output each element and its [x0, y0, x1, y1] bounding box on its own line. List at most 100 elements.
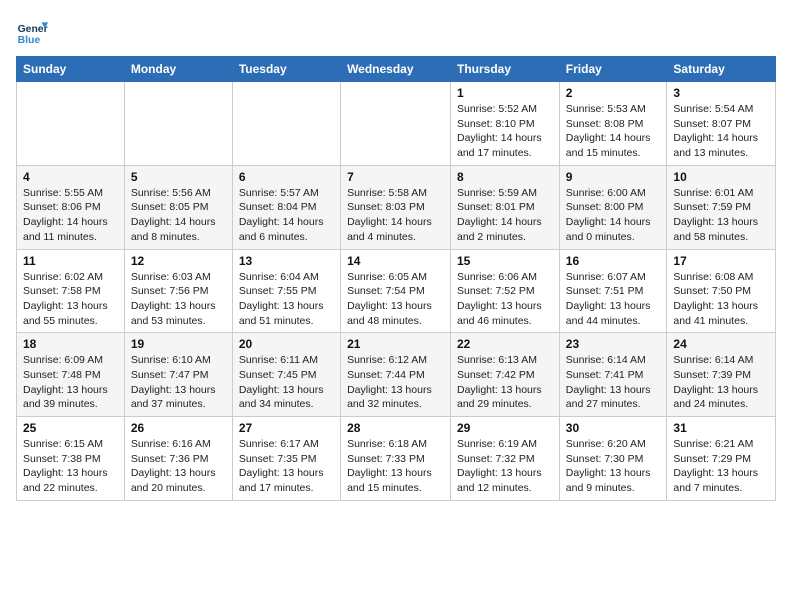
- day-number: 16: [566, 254, 661, 268]
- calendar-cell: 11 Sunrise: 6:02 AM Sunset: 7:58 PM Dayli…: [17, 249, 125, 333]
- day-info: Sunrise: 5:54 AM Sunset: 8:07 PM Dayligh…: [673, 102, 769, 161]
- day-info: Sunrise: 6:13 AM Sunset: 7:42 PM Dayligh…: [457, 353, 553, 412]
- day-number: 26: [131, 421, 226, 435]
- logo: General Blue: [16, 16, 48, 48]
- day-info: Sunrise: 5:55 AM Sunset: 8:06 PM Dayligh…: [23, 186, 118, 245]
- calendar-cell: 13 Sunrise: 6:04 AM Sunset: 7:55 PM Dayli…: [232, 249, 340, 333]
- weekday-header-sunday: Sunday: [17, 57, 125, 82]
- day-info: Sunrise: 6:07 AM Sunset: 7:51 PM Dayligh…: [566, 270, 661, 329]
- day-number: 9: [566, 170, 661, 184]
- calendar-cell: 8 Sunrise: 5:59 AM Sunset: 8:01 PM Daylig…: [451, 165, 560, 249]
- day-info: Sunrise: 6:12 AM Sunset: 7:44 PM Dayligh…: [347, 353, 444, 412]
- calendar-cell: 26 Sunrise: 6:16 AM Sunset: 7:36 PM Dayli…: [124, 417, 232, 501]
- day-info: Sunrise: 6:16 AM Sunset: 7:36 PM Dayligh…: [131, 437, 226, 496]
- day-info: Sunrise: 6:03 AM Sunset: 7:56 PM Dayligh…: [131, 270, 226, 329]
- calendar-cell: 31 Sunrise: 6:21 AM Sunset: 7:29 PM Dayli…: [667, 417, 776, 501]
- day-info: Sunrise: 6:14 AM Sunset: 7:39 PM Dayligh…: [673, 353, 769, 412]
- day-info: Sunrise: 6:00 AM Sunset: 8:00 PM Dayligh…: [566, 186, 661, 245]
- calendar-cell: 16 Sunrise: 6:07 AM Sunset: 7:51 PM Dayli…: [559, 249, 667, 333]
- calendar-cell: 25 Sunrise: 6:15 AM Sunset: 7:38 PM Dayli…: [17, 417, 125, 501]
- day-number: 23: [566, 337, 661, 351]
- day-info: Sunrise: 6:21 AM Sunset: 7:29 PM Dayligh…: [673, 437, 769, 496]
- day-number: 8: [457, 170, 553, 184]
- calendar-cell: 7 Sunrise: 5:58 AM Sunset: 8:03 PM Daylig…: [341, 165, 451, 249]
- day-number: 18: [23, 337, 118, 351]
- weekday-header-friday: Friday: [559, 57, 667, 82]
- calendar-cell: 24 Sunrise: 6:14 AM Sunset: 7:39 PM Dayli…: [667, 333, 776, 417]
- day-info: Sunrise: 5:56 AM Sunset: 8:05 PM Dayligh…: [131, 186, 226, 245]
- page-header: General Blue: [16, 16, 776, 48]
- day-info: Sunrise: 5:59 AM Sunset: 8:01 PM Dayligh…: [457, 186, 553, 245]
- day-info: Sunrise: 6:05 AM Sunset: 7:54 PM Dayligh…: [347, 270, 444, 329]
- calendar-cell: 30Sunrise: 6:20 AM Sunset: 7:30 PM Dayli…: [559, 417, 667, 501]
- day-info: Sunrise: 6:02 AM Sunset: 7:58 PM Dayligh…: [23, 270, 118, 329]
- weekday-header-wednesday: Wednesday: [341, 57, 451, 82]
- day-number: 7: [347, 170, 444, 184]
- day-number: 22: [457, 337, 553, 351]
- calendar-cell: 9 Sunrise: 6:00 AM Sunset: 8:00 PM Daylig…: [559, 165, 667, 249]
- day-number: 3: [673, 86, 769, 100]
- calendar-cell: [232, 82, 340, 166]
- day-number: 21: [347, 337, 444, 351]
- day-info: Sunrise: 5:58 AM Sunset: 8:03 PM Dayligh…: [347, 186, 444, 245]
- day-number: 27: [239, 421, 334, 435]
- calendar-cell: 27 Sunrise: 6:17 AM Sunset: 7:35 PM Dayli…: [232, 417, 340, 501]
- day-info: Sunrise: 6:01 AM Sunset: 7:59 PM Dayligh…: [673, 186, 769, 245]
- day-number: 12: [131, 254, 226, 268]
- day-info: Sunrise: 6:14 AM Sunset: 7:41 PM Dayligh…: [566, 353, 661, 412]
- day-info: Sunrise: 6:08 AM Sunset: 7:50 PM Dayligh…: [673, 270, 769, 329]
- day-info: Sunrise: 6:15 AM Sunset: 7:38 PM Dayligh…: [23, 437, 118, 496]
- weekday-header-monday: Monday: [124, 57, 232, 82]
- day-number: 5: [131, 170, 226, 184]
- calendar-cell: 15 Sunrise: 6:06 AM Sunset: 7:52 PM Dayli…: [451, 249, 560, 333]
- calendar-cell: 19 Sunrise: 6:10 AM Sunset: 7:47 PM Dayli…: [124, 333, 232, 417]
- day-number: 11: [23, 254, 118, 268]
- calendar-cell: 3 Sunrise: 5:54 AM Sunset: 8:07 PM Daylig…: [667, 82, 776, 166]
- day-info: Sunrise: 6:10 AM Sunset: 7:47 PM Dayligh…: [131, 353, 226, 412]
- calendar-cell: 6 Sunrise: 5:57 AM Sunset: 8:04 PM Daylig…: [232, 165, 340, 249]
- weekday-header-thursday: Thursday: [451, 57, 560, 82]
- weekday-header-saturday: Saturday: [667, 57, 776, 82]
- day-info: Sunrise: 6:06 AM Sunset: 7:52 PM Dayligh…: [457, 270, 553, 329]
- calendar-cell: 12 Sunrise: 6:03 AM Sunset: 7:56 PM Dayli…: [124, 249, 232, 333]
- calendar-cell: [17, 82, 125, 166]
- calendar-cell: [124, 82, 232, 166]
- calendar-cell: 2 Sunrise: 5:53 AM Sunset: 8:08 PM Daylig…: [559, 82, 667, 166]
- day-number: 10: [673, 170, 769, 184]
- day-info: Sunrise: 5:52 AM Sunset: 8:10 PM Dayligh…: [457, 102, 553, 161]
- day-info: Sunrise: 5:57 AM Sunset: 8:04 PM Dayligh…: [239, 186, 334, 245]
- day-info: Sunrise: 6:18 AM Sunset: 7:33 PM Dayligh…: [347, 437, 444, 496]
- day-info: Sunrise: 6:17 AM Sunset: 7:35 PM Dayligh…: [239, 437, 334, 496]
- calendar-cell: 21 Sunrise: 6:12 AM Sunset: 7:44 PM Dayli…: [341, 333, 451, 417]
- day-number: 1: [457, 86, 553, 100]
- svg-text:Blue: Blue: [18, 35, 41, 46]
- day-info: Sunrise: 6:19 AM Sunset: 7:32 PM Dayligh…: [457, 437, 553, 496]
- day-number: 4: [23, 170, 118, 184]
- day-info: Sunrise: 6:11 AM Sunset: 7:45 PM Dayligh…: [239, 353, 334, 412]
- calendar-cell: 10 Sunrise: 6:01 AM Sunset: 7:59 PM Dayli…: [667, 165, 776, 249]
- calendar-cell: 23 Sunrise: 6:14 AM Sunset: 7:41 PM Dayli…: [559, 333, 667, 417]
- day-number: 15: [457, 254, 553, 268]
- day-number: 6: [239, 170, 334, 184]
- day-number: 25: [23, 421, 118, 435]
- day-number: 19: [131, 337, 226, 351]
- day-number: 14: [347, 254, 444, 268]
- calendar-cell: 18Sunrise: 6:09 AM Sunset: 7:48 PM Dayli…: [17, 333, 125, 417]
- day-info: Sunrise: 6:04 AM Sunset: 7:55 PM Dayligh…: [239, 270, 334, 329]
- day-number: 20: [239, 337, 334, 351]
- day-info: Sunrise: 5:53 AM Sunset: 8:08 PM Dayligh…: [566, 102, 661, 161]
- calendar-cell: 5 Sunrise: 5:56 AM Sunset: 8:05 PM Daylig…: [124, 165, 232, 249]
- calendar-cell: 22 Sunrise: 6:13 AM Sunset: 7:42 PM Dayli…: [451, 333, 560, 417]
- day-number: 24: [673, 337, 769, 351]
- calendar-cell: 28 Sunrise: 6:18 AM Sunset: 7:33 PM Dayli…: [341, 417, 451, 501]
- day-number: 2: [566, 86, 661, 100]
- day-number: 29: [457, 421, 553, 435]
- day-number: 31: [673, 421, 769, 435]
- calendar-cell: 20 Sunrise: 6:11 AM Sunset: 7:45 PM Dayli…: [232, 333, 340, 417]
- calendar-table: SundayMondayTuesdayWednesdayThursdayFrid…: [16, 56, 776, 501]
- day-number: 28: [347, 421, 444, 435]
- day-number: 13: [239, 254, 334, 268]
- day-number: 30: [566, 421, 661, 435]
- calendar-cell: 1 Sunrise: 5:52 AM Sunset: 8:10 PM Daylig…: [451, 82, 560, 166]
- calendar-cell: [341, 82, 451, 166]
